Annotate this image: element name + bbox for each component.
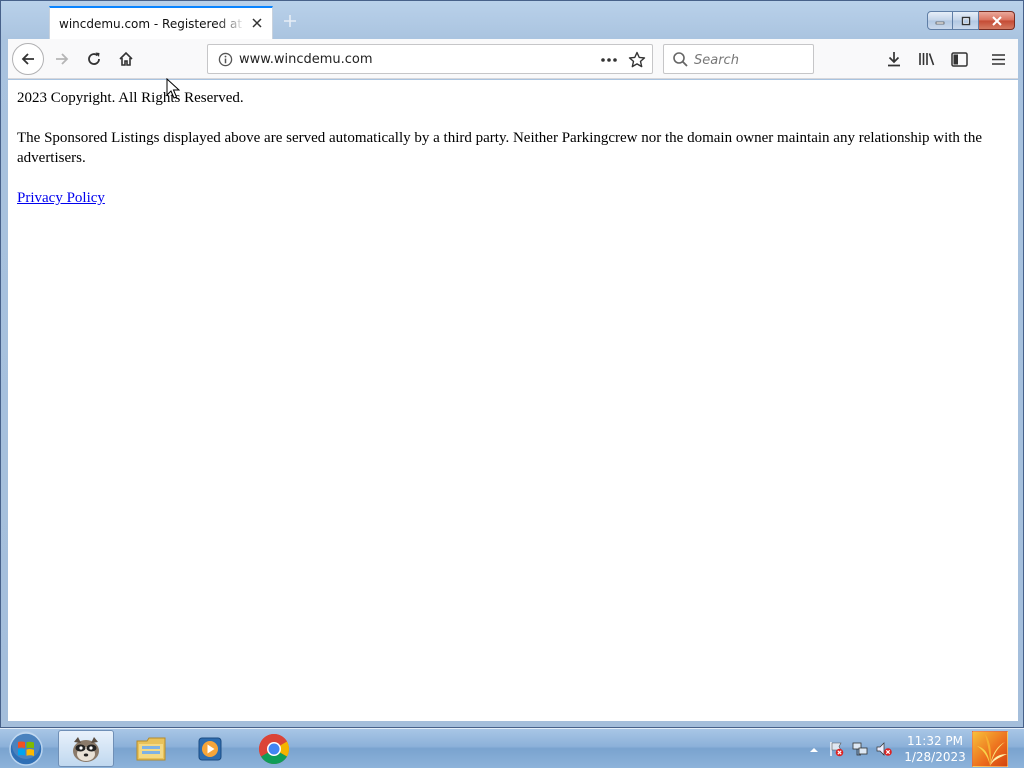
action-center-flag-icon[interactable] [828,741,844,757]
clock-time: 11:32 PM [907,734,963,748]
tab-title: wincdemu.com - Registered at Namecheap.c… [59,16,245,31]
window-caption-buttons [927,11,1015,30]
minimize-icon [935,21,945,24]
back-button[interactable] [12,43,44,75]
page-actions-icon[interactable] [600,52,618,68]
page-content: 2023 Copyright. All Rights Reserved. The… [8,80,1018,721]
search-input[interactable] [694,51,804,69]
navigation-toolbar: www.wincdemu.com [8,39,1018,79]
close-icon[interactable] [251,17,263,29]
taskbar-item-chrome[interactable] [246,730,302,767]
taskbar: 11:32 PM 1/28/2023 [0,728,1024,768]
search-bar[interactable] [663,44,814,74]
clock-date: 1/28/2023 [904,750,966,764]
tray-expand-icon[interactable] [806,742,822,758]
home-button[interactable] [114,47,138,71]
restore-icon [961,16,970,25]
mouse-cursor-icon [166,78,180,99]
new-tab-icon[interactable] [282,13,298,29]
disclaimer-text: The Sponsored Listings displayed above a… [17,130,983,166]
taskbar-item-explorer[interactable] [123,730,179,767]
close-window-button[interactable] [979,11,1015,30]
chrome-icon [258,733,290,764]
hamburger-menu-icon [991,53,1005,65]
network-icon[interactable] [852,741,868,757]
reload-button[interactable] [82,47,106,71]
maximize-button[interactable] [953,11,979,30]
forward-button[interactable] [50,47,74,71]
sidebar-button[interactable] [947,47,971,71]
info-icon[interactable] [218,52,233,67]
browser-window: wincdemu.com - Registered at Namecheap.c… [0,0,1024,728]
url-bar[interactable]: www.wincdemu.com [207,44,653,74]
taskbar-item-media-player[interactable] [183,730,239,767]
tab-active[interactable]: wincdemu.com - Registered at Namecheap.c… [49,6,273,39]
flower-wallpaper-icon [977,734,1007,766]
library-button[interactable] [915,47,939,71]
privacy-policy-link[interactable]: Privacy Policy [17,190,105,206]
wincdemu-raccoon-icon [73,736,99,762]
library-icon [919,53,935,66]
menu-button[interactable] [986,47,1010,71]
forward-arrow-icon [56,53,69,65]
reload-icon [88,52,100,65]
volume-muted-icon[interactable] [876,741,892,757]
sidebar-icon [950,51,968,67]
tab-strip: wincdemu.com - Registered at Namecheap.c… [1,1,1023,39]
back-arrow-icon [21,53,34,65]
taskbar-item-wincdemu[interactable] [58,730,114,767]
download-icon [888,52,900,67]
show-desktop-button[interactable] [972,731,1008,767]
downloads-button[interactable] [882,47,906,71]
url-text: www.wincdemu.com [239,52,373,67]
search-icon [673,52,688,67]
media-player-icon [198,737,222,760]
windows-start-icon [9,731,43,766]
close-icon [991,15,1002,26]
home-icon [119,51,133,66]
file-explorer-icon [136,737,166,760]
system-clock[interactable]: 11:32 PM 1/28/2023 [900,733,970,765]
star-icon[interactable] [628,51,646,69]
minimize-button[interactable] [927,11,953,30]
start-button[interactable] [6,730,46,768]
